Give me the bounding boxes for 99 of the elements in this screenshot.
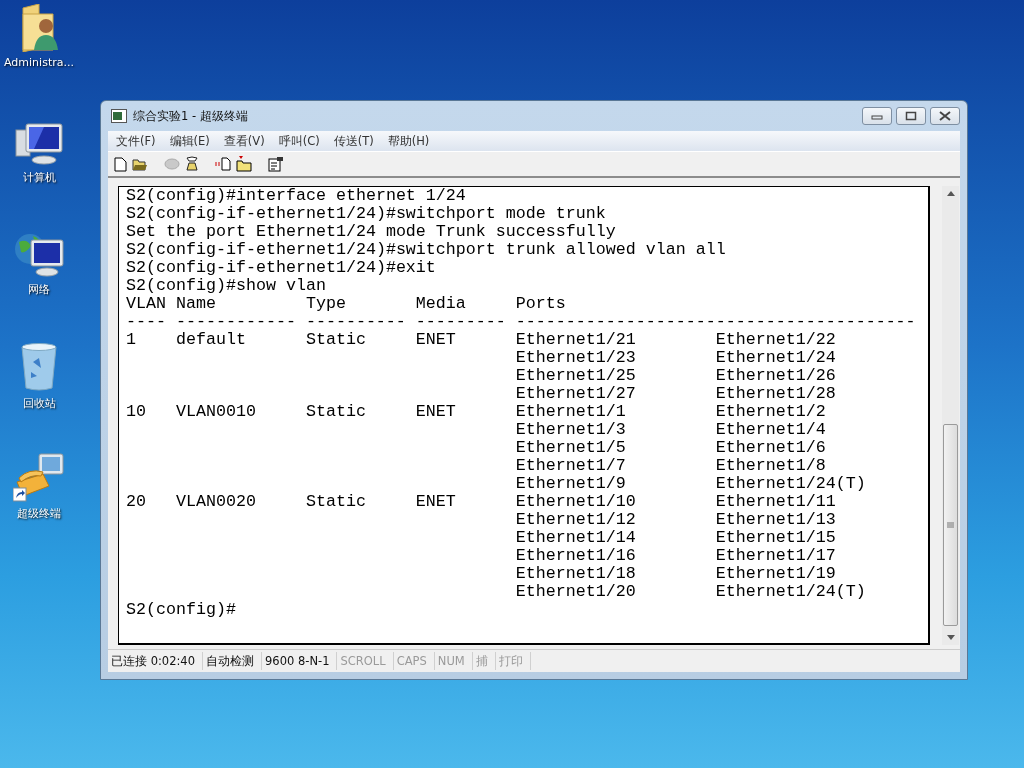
port-cell: Ethernet1/2 [715,403,826,421]
vlan-type-cell: Static [305,331,366,349]
terminal-prompt: S2(config)# [126,601,237,619]
port-cell: Ethernet1/17 [715,547,836,565]
status-bar-item: 捕 [472,652,496,670]
status-bar-item: 已连接 0:02:40 [108,652,203,670]
column-rule: ---- [126,313,166,331]
port-cell: Ethernet1/20 [515,583,636,601]
vlan-media-cell: ENET [415,331,456,349]
port-cell: Ethernet1/25 [515,367,636,385]
port-cell: Ethernet1/26 [715,367,836,385]
port-cell: Ethernet1/19 [715,565,836,583]
port-cell: Ethernet1/14 [515,529,636,547]
port-cell: Ethernet1/21 [515,331,636,349]
column-rule: ---------- [305,313,406,331]
vlan-media-cell: ENET [415,493,456,511]
scroll-up-arrow-icon[interactable] [946,191,955,196]
port-cell: Ethernet1/15 [715,529,836,547]
properties-icon[interactable] [268,156,284,172]
status-bar-item: 打印 [495,652,531,670]
column-header: Type [305,295,346,313]
terminal-line: S2(config)#show vlan [126,277,327,295]
port-cell: Ethernet1/24(T) [715,583,866,601]
column-header: Name [175,295,216,313]
window-title: 综合实验1 - 超级终端 [133,108,248,124]
menu-item[interactable]: 呼叫(C) [278,133,320,149]
port-cell: Ethernet1/10 [515,493,636,511]
new-file-icon[interactable] [114,156,127,172]
terminal-line: Set the port Ethernet1/24 mode Trunk successfully [126,223,617,241]
desktop-icon-label[interactable]: 回收站 [22,396,56,411]
terminal-line: S2(config-if-ethernet1/24)#switchport mode trunk [126,205,607,223]
port-cell: Ethernet1/23 [515,349,636,367]
scroll-down-arrow-icon[interactable] [946,635,955,640]
open-folder-icon[interactable] [132,157,148,171]
port-cell: Ethernet1/6 [715,439,826,457]
desktop-icon-label[interactable]: Administra... [4,56,74,69]
port-cell: Ethernet1/8 [715,457,826,475]
column-header: Ports [515,295,566,313]
column-rule: ---------------------------------------- [515,313,916,331]
vlan-id-cell: 1 [126,331,136,349]
maximize-icon [905,111,917,121]
port-cell: Ethernet1/4 [715,421,826,439]
vlan-type-cell: Static [305,493,366,511]
close-icon [939,111,951,121]
terminal-line: S2(config-if-ethernet1/24)#switchport trunk allowed vlan all [126,241,727,259]
scrollbar-thumb[interactable] [943,424,958,626]
vertical-scrollbar[interactable] [942,186,959,645]
receive-file-icon[interactable] [236,156,252,172]
phone-computer-shortcut-icon[interactable] [13,452,65,502]
port-cell: Ethernet1/24 [715,349,836,367]
port-cell: Ethernet1/1 [515,403,626,421]
vlan-id-cell: 20 [126,493,146,511]
menu-item[interactable]: 传送(T) [333,133,374,149]
vlan-name-cell: VLAN0020 [175,493,256,511]
globe-computer-icon[interactable] [13,232,65,278]
port-cell: Ethernet1/9 [515,475,626,493]
terminal-line: S2(config)#interface ethernet 1/24 [126,187,467,205]
column-rule: ------------ [175,313,296,331]
send-file-icon[interactable] [215,157,231,171]
status-bar-item: CAPS [393,652,435,670]
port-cell: Ethernet1/16 [515,547,636,565]
close-button[interactable] [930,107,960,125]
port-cell: Ethernet1/7 [515,457,626,475]
port-cell: Ethernet1/11 [715,493,836,511]
vlan-media-cell: ENET [415,403,456,421]
app-icon [111,109,127,123]
port-cell: Ethernet1/5 [515,439,626,457]
port-cell: Ethernet1/13 [715,511,836,529]
vlan-name-cell: VLAN0010 [175,403,256,421]
status-bar-item: 9600 8-N-1 [262,652,338,670]
port-cell: Ethernet1/28 [715,385,836,403]
status-bar-item: 自动检测 [203,652,262,670]
vlan-type-cell: Static [305,403,366,421]
port-cell: Ethernet1/18 [515,565,636,583]
terminal-line: S2(config-if-ethernet1/24)#exit [126,259,437,277]
recycle-bin-icon[interactable] [19,342,59,392]
vlan-id-cell: 10 [126,403,146,421]
menu-item[interactable]: 文件(F) [116,133,156,149]
column-header: VLAN [126,295,166,313]
port-cell: Ethernet1/3 [515,421,626,439]
port-cell: Ethernet1/22 [715,331,836,349]
status-bar-item: SCROLL [337,652,394,670]
terminal-screen[interactable] [118,186,930,645]
vlan-name-cell: default [175,331,246,349]
port-cell: Ethernet1/27 [515,385,636,403]
desktop-icon-label[interactable]: 计算机 [22,170,56,185]
maximize-button[interactable] [896,107,926,125]
user-folder-icon[interactable] [19,4,59,52]
menu-item[interactable]: 编辑(E) [169,133,210,149]
port-cell: Ethernet1/24(T) [715,475,866,493]
desktop-icon-label[interactable]: 网络 [28,282,50,297]
column-rule: --------- [415,313,506,331]
column-header: Media [415,295,466,313]
minimize-icon [871,112,883,120]
status-bar-item: NUM [434,652,473,670]
port-cell: Ethernet1/12 [515,511,636,529]
menu-item[interactable]: 帮助(H) [387,133,430,149]
computer-icon[interactable] [14,122,64,166]
menu-item[interactable]: 查看(V) [223,133,265,149]
